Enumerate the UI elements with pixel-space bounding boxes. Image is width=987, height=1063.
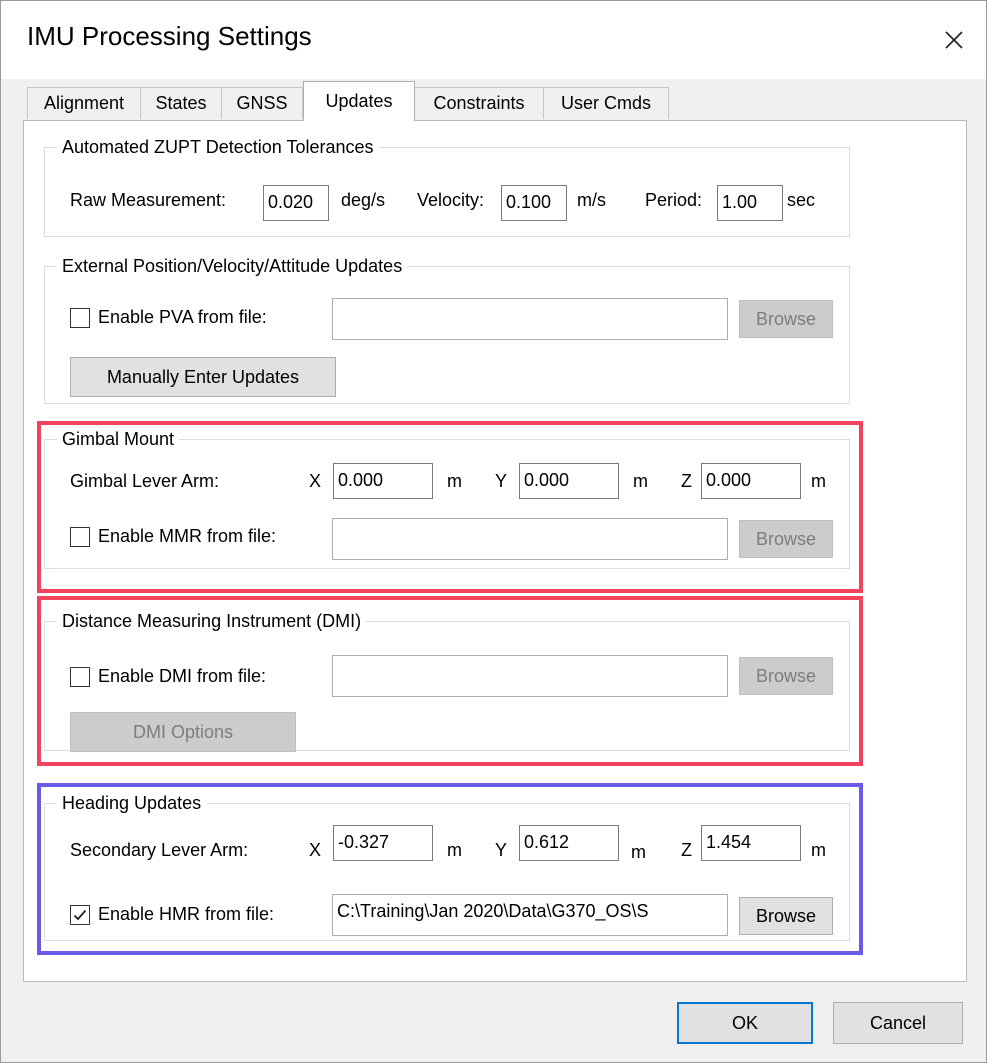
tab-constraints[interactable]: Constraints	[414, 87, 544, 119]
imu-processing-settings-dialog: IMU Processing Settings Alignment States…	[0, 0, 987, 1063]
heading-x-label: X	[309, 840, 322, 860]
heading-z-label: Z	[681, 840, 692, 860]
heading-y-label: Y	[495, 840, 508, 860]
velocity-input[interactable]: 0.100	[501, 185, 567, 221]
gimbal-y-unit: m	[633, 471, 648, 491]
close-button[interactable]	[922, 1, 986, 79]
enable-dmi-label: Enable DMI from file:	[98, 666, 267, 686]
gimbal-y-label: Y	[495, 471, 508, 491]
title-bar: IMU Processing Settings	[1, 1, 986, 79]
enable-hmr-label: Enable HMR from file:	[98, 904, 275, 924]
heading-x-unit: m	[447, 840, 462, 860]
zupt-group: Automated ZUPT Detection Tolerances Raw …	[44, 134, 850, 237]
enable-mmr-checkbox[interactable]: Enable MMR from file:	[70, 526, 276, 547]
period-label: Period:	[645, 190, 703, 210]
heading-y-input[interactable]: 0.612	[519, 825, 619, 861]
gimbal-z-input[interactable]: 0.000	[701, 463, 801, 499]
window-title: IMU Processing Settings	[27, 21, 312, 51]
hmr-checkbox-box[interactable]	[70, 904, 90, 925]
secondary-lever-arm-label: Secondary Lever Arm:	[70, 840, 249, 860]
manually-enter-updates-button[interactable]: Manually Enter Updates	[70, 357, 336, 397]
raw-measurement-unit: deg/s	[341, 190, 386, 210]
pva-browse-button[interactable]: Browse	[739, 300, 833, 338]
gimbal-mount-group: Gimbal Mount Gimbal Lever Arm: X 0.000 m…	[44, 426, 850, 569]
period-input[interactable]: 1.00	[717, 185, 783, 221]
zupt-group-title: Automated ZUPT Detection Tolerances	[57, 134, 379, 160]
enable-pva-checkbox[interactable]: Enable PVA from file:	[70, 307, 267, 328]
mmr-file-input[interactable]	[332, 518, 728, 560]
dmi-options-button[interactable]: DMI Options	[70, 712, 296, 752]
pva-checkbox-box[interactable]	[70, 307, 90, 328]
gimbal-x-input[interactable]: 0.000	[333, 463, 433, 499]
dmi-checkbox-box[interactable]	[70, 666, 90, 687]
gimbal-group-title: Gimbal Mount	[57, 426, 180, 452]
gimbal-lever-arm-label: Gimbal Lever Arm:	[70, 471, 220, 491]
heading-y-unit: m	[631, 842, 646, 862]
ok-button[interactable]: OK	[677, 1002, 813, 1044]
tab-user-cmds[interactable]: User Cmds	[543, 87, 669, 119]
heading-updates-group: Heading Updates Secondary Lever Arm: X -…	[44, 790, 850, 941]
dmi-group: Distance Measuring Instrument (DMI) Enab…	[44, 608, 850, 752]
checkmark-icon	[73, 909, 87, 920]
raw-measurement-label: Raw Measurement:	[70, 190, 227, 210]
pva-file-input[interactable]	[332, 298, 728, 340]
tab-strip: Alignment States GNSS Updates Constraint…	[27, 81, 967, 121]
close-icon	[945, 31, 963, 49]
enable-dmi-checkbox[interactable]: Enable DMI from file:	[70, 666, 266, 687]
dmi-browse-button[interactable]: Browse	[739, 657, 833, 695]
enable-mmr-label: Enable MMR from file:	[98, 526, 277, 546]
enable-hmr-checkbox[interactable]: Enable HMR from file:	[70, 904, 274, 925]
raw-measurement-input[interactable]: 0.020	[263, 185, 329, 221]
tab-alignment[interactable]: Alignment	[27, 87, 141, 119]
gimbal-x-unit: m	[447, 471, 462, 491]
hmr-file-input[interactable]: C:\Training\Jan 2020\Data\G370_OS\S	[332, 894, 728, 936]
heading-x-input[interactable]: -0.327	[333, 825, 433, 861]
cancel-button[interactable]: Cancel	[833, 1002, 963, 1044]
gimbal-z-unit: m	[811, 471, 826, 491]
hmr-browse-button[interactable]: Browse	[739, 897, 833, 935]
period-unit: sec	[787, 190, 816, 210]
velocity-unit: m/s	[577, 190, 606, 210]
heading-z-input[interactable]: 1.454	[701, 825, 801, 861]
heading-group-title: Heading Updates	[57, 790, 207, 816]
pva-group: External Position/Velocity/Attitude Upda…	[44, 253, 850, 404]
gimbal-y-input[interactable]: 0.000	[519, 463, 619, 499]
mmr-browse-button[interactable]: Browse	[739, 520, 833, 558]
dmi-file-input[interactable]	[332, 655, 728, 697]
tab-gnss[interactable]: GNSS	[221, 87, 303, 119]
heading-z-unit: m	[811, 840, 826, 860]
gimbal-z-label: Z	[681, 471, 692, 491]
gimbal-x-label: X	[309, 471, 322, 491]
mmr-checkbox-box[interactable]	[70, 526, 90, 547]
dmi-group-title: Distance Measuring Instrument (DMI)	[57, 608, 367, 634]
tab-updates[interactable]: Updates	[303, 81, 415, 121]
enable-pva-label: Enable PVA from file:	[98, 307, 267, 327]
tab-states[interactable]: States	[140, 87, 222, 119]
pva-group-title: External Position/Velocity/Attitude Upda…	[57, 253, 408, 279]
velocity-label: Velocity:	[417, 190, 485, 210]
updates-tab-panel: Automated ZUPT Detection Tolerances Raw …	[23, 120, 967, 982]
